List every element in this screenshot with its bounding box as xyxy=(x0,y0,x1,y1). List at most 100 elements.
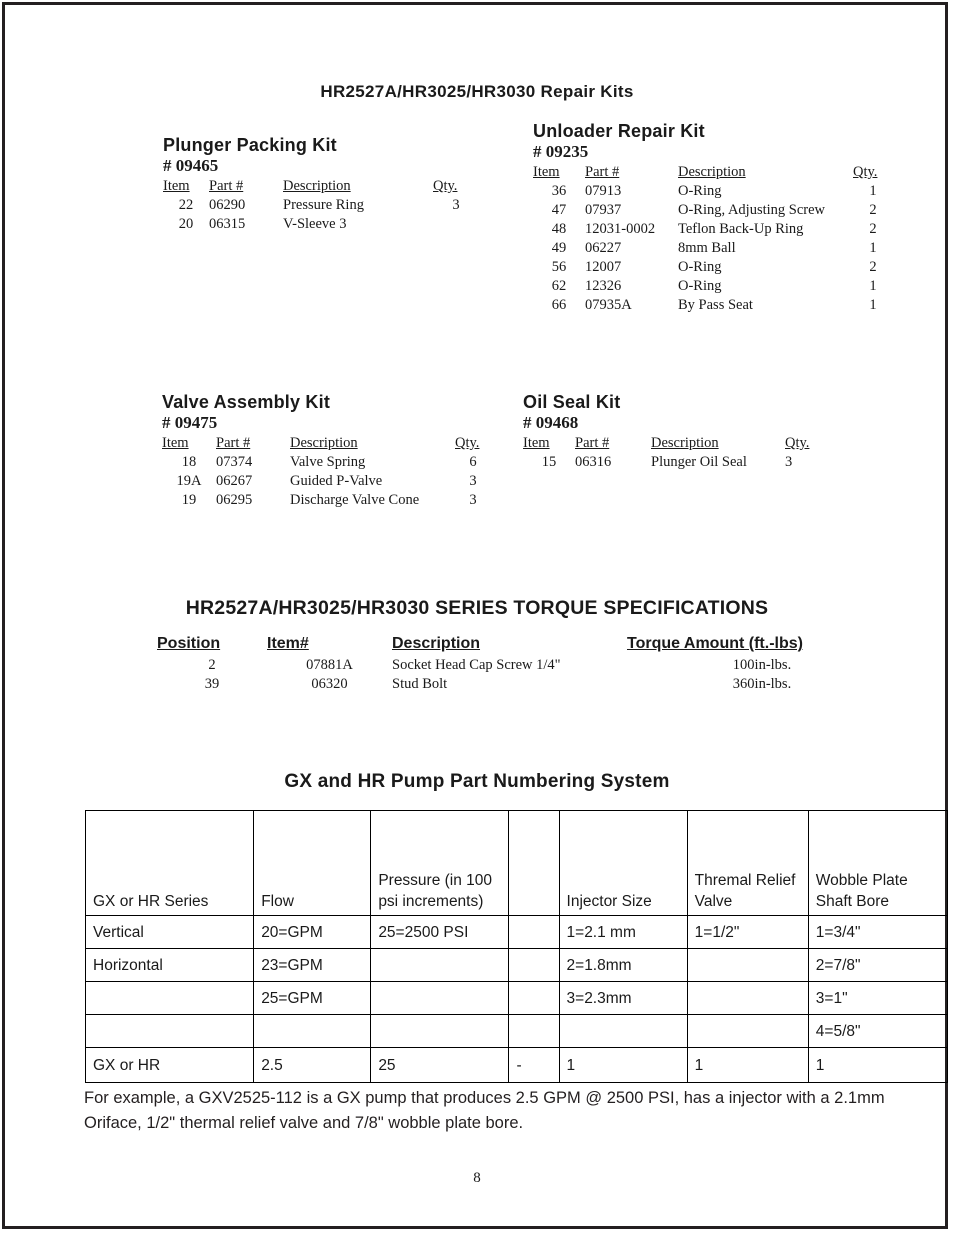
numbering-system-table: GX or HR Series Flow Pressure (in 100 ps… xyxy=(84,810,949,1083)
cell-part: 06267 xyxy=(216,473,253,489)
column-header-qty: Qty. xyxy=(785,435,810,451)
column-header-description: Description xyxy=(283,178,351,194)
cell-item: 48 xyxy=(551,221,567,237)
table-row: 39 06320 Stud Bolt 360in-lbs. xyxy=(157,675,897,694)
cell-part: 06316 xyxy=(575,454,612,470)
column-header-item: Item xyxy=(533,164,560,180)
column-header-qty: Qty. xyxy=(433,178,458,194)
table-row: 56 12007 O-Ring 2 xyxy=(533,258,893,277)
cell-item-number: 07881A xyxy=(306,657,353,673)
cell-item: 15 xyxy=(541,454,557,470)
cell-wobble-plate-shaft-bore: 3=1" xyxy=(807,981,949,1015)
kit-parts-table: Item Part # Description Qty. 15 06316 Pl… xyxy=(523,435,825,472)
column-header-series: GX or HR Series xyxy=(84,810,255,916)
cell-part: 06227 xyxy=(585,240,622,256)
torque-specifications-title: HR2527A/HR3025/HR3030 SERIES TORQUE SPEC… xyxy=(185,597,769,619)
table-row: 49 06227 8mm Ball 1 xyxy=(533,239,893,258)
cell-injector-size xyxy=(558,1014,688,1048)
cell-part: 12326 xyxy=(585,278,622,294)
numbering-system-table-wrap: GX or HR Series Flow Pressure (in 100 ps… xyxy=(84,810,949,1083)
cell-series: Horizontal xyxy=(84,948,255,982)
cell-pressure xyxy=(370,948,510,982)
cell-pressure: 25 xyxy=(370,1047,510,1083)
column-header-position: Position xyxy=(157,635,221,652)
cell-description: Socket Head Cap Screw 1/4" xyxy=(392,657,561,673)
table-header-row: GX or HR Series Flow Pressure (in 100 ps… xyxy=(84,810,949,916)
cell-thermal-relief-valve: 1 xyxy=(686,1047,809,1083)
cell-blank xyxy=(508,981,560,1015)
table-row: 62 12326 O-Ring 1 xyxy=(533,277,893,296)
cell-pressure xyxy=(370,1014,510,1048)
cell-blank xyxy=(508,948,560,982)
cell-part: 07913 xyxy=(585,183,622,199)
torque-specifications-block: Position Item# Description Torque Amount… xyxy=(157,635,897,694)
cell-item: 36 xyxy=(551,183,567,199)
cell-pressure: 25=2500 PSI xyxy=(370,915,510,949)
cell-qty: 3 xyxy=(469,492,477,508)
column-header-thermal-relief-valve: Thremal Relief Valve xyxy=(686,810,809,916)
cell-item: 49 xyxy=(551,240,567,256)
cell-qty: 2 xyxy=(869,202,877,218)
table-header-row: Item Part # Description Qty. xyxy=(533,164,893,182)
cell-description: Teflon Back-Up Ring xyxy=(678,221,804,237)
table-row: 66 07935A By Pass Seat 1 xyxy=(533,296,893,315)
cell-qty xyxy=(433,215,479,234)
table-row: 48 12031-0002 Teflon Back-Up Ring 2 xyxy=(533,220,893,239)
cell-part: 06290 xyxy=(209,197,246,213)
cell-item: 22 xyxy=(178,197,194,213)
cell-thermal-relief-valve: 1=1/2" xyxy=(686,915,809,949)
column-header-flow: Flow xyxy=(253,810,372,916)
cell-item: 56 xyxy=(551,259,567,275)
cell-wobble-plate-shaft-bore: 2=7/8" xyxy=(807,948,949,982)
cell-qty: 1 xyxy=(869,278,877,294)
table-row: 22 06290 Pressure Ring 3 xyxy=(163,196,479,215)
cell-description: Discharge Valve Cone xyxy=(290,492,420,508)
kit-title: Valve Assembly Kit xyxy=(162,392,331,412)
table-row: GX or HR 2.5 25 - 1 1 1 xyxy=(84,1047,949,1083)
cell-description: O-Ring xyxy=(678,278,722,294)
cell-description: V-Sleeve 3 xyxy=(283,216,347,232)
cell-blank xyxy=(508,1014,560,1048)
torque-table: Position Item# Description Torque Amount… xyxy=(157,635,897,694)
table-row: 19 06295 Discharge Valve Cone 3 xyxy=(162,491,491,510)
cell-flow: 25=GPM xyxy=(253,981,372,1015)
column-header-part: Part # xyxy=(216,435,251,451)
cell-flow: 2.5 xyxy=(253,1047,372,1083)
cell-description: O-Ring xyxy=(678,259,722,275)
kit-number: # 09235 xyxy=(533,142,589,161)
cell-item: 19A xyxy=(176,473,202,489)
column-header-item: Item xyxy=(163,178,190,194)
cell-description: Plunger Oil Seal xyxy=(651,454,747,470)
cell-item: 19 xyxy=(181,492,197,508)
cell-injector-size: 2=1.8mm xyxy=(558,948,688,982)
kit-title: Oil Seal Kit xyxy=(523,392,621,412)
column-header-blank xyxy=(508,810,560,916)
table-header-row: Item Part # Description Qty. xyxy=(523,435,825,453)
column-header-qty: Qty. xyxy=(853,164,878,180)
cell-qty: 1 xyxy=(869,240,877,256)
kit-number: # 09475 xyxy=(162,413,218,432)
document-page: HR2527A/HR3025/HR3030 Repair Kits Plunge… xyxy=(0,0,954,1235)
cell-description: By Pass Seat xyxy=(678,297,753,313)
column-header-description: Description xyxy=(290,435,358,451)
cell-item: 66 xyxy=(551,297,567,313)
table-row: 15 06316 Plunger Oil Seal 3 xyxy=(523,453,825,472)
table-row: 4=5/8" xyxy=(84,1014,949,1048)
cell-qty: 2 xyxy=(869,221,877,237)
cell-series xyxy=(84,1014,255,1048)
cell-thermal-relief-valve xyxy=(686,1014,809,1048)
cell-part: 06315 xyxy=(209,216,246,232)
cell-torque-amount: 100in-lbs. xyxy=(732,657,792,673)
column-header-item: Item xyxy=(523,435,550,451)
table-header-row: Item Part # Description Qty. xyxy=(162,435,491,453)
kit-block-valve-assembly: Valve Assembly Kit # 09475 Item Part # D… xyxy=(162,392,491,510)
cell-part: 07937 xyxy=(585,202,622,218)
cell-injector-size: 1=2.1 mm xyxy=(558,915,688,949)
cell-item: 18 xyxy=(181,454,197,470)
cell-series xyxy=(84,981,255,1015)
cell-part: 06295 xyxy=(216,492,253,508)
table-row: 19A 06267 Guided P-Valve 3 xyxy=(162,472,491,491)
kit-parts-table: Item Part # Description Qty. 18 07374 Va… xyxy=(162,435,491,510)
cell-position: 39 xyxy=(204,676,220,692)
page-number: 8 xyxy=(473,1170,481,1186)
